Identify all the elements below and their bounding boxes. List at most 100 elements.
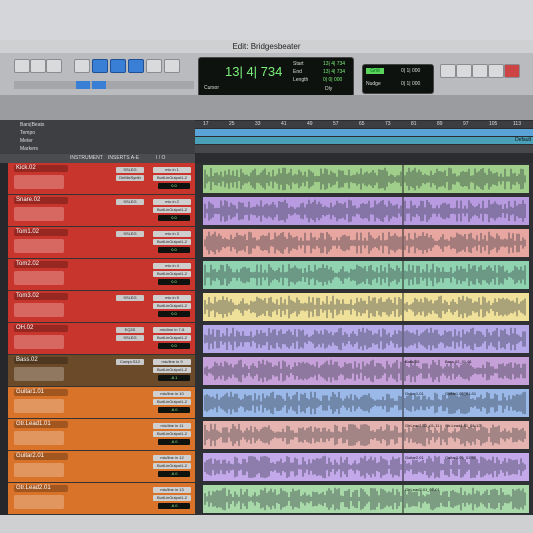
- track-lane[interactable]: [203, 293, 529, 321]
- input-selector[interactable]: mic/line in 9: [153, 359, 191, 365]
- grabber-tool-icon[interactable]: [128, 59, 144, 73]
- volume-readout[interactable]: -6.0: [158, 439, 190, 445]
- markers-ruler[interactable]: [195, 145, 533, 153]
- track-controls[interactable]: [14, 271, 64, 285]
- track-controls[interactable]: [14, 495, 64, 509]
- audio-clip[interactable]: [203, 325, 529, 353]
- track-row[interactable]: Gtr.Lead2.01 mic/line in 13 Built-inOutput…: [8, 483, 195, 515]
- volume-readout[interactable]: -6.1: [158, 375, 190, 381]
- track-row[interactable]: Kick.02 SSLEG DeMixSynth mic in 1 Built-inOu…: [8, 163, 195, 195]
- input-selector[interactable]: mic in 3: [153, 231, 191, 237]
- output-selector[interactable]: Built-inOutput1-2: [153, 175, 191, 181]
- edit-window-canvas[interactable]: Bass.05 Bass.02_01-01 Guitar1.01 Guitar1.01…: [195, 163, 533, 515]
- main-counter[interactable]: 13| 4| 734 Cursor Start End Length 13| 4…: [198, 57, 354, 97]
- track-row[interactable]: OH.02 EQ3S SSLEG mic/line in 7-8 Built-inOut…: [8, 323, 195, 355]
- timeline-overview[interactable]: [0, 95, 533, 120]
- track-controls[interactable]: [14, 335, 64, 349]
- volume-readout[interactable]: 0.0: [158, 215, 190, 221]
- output-selector[interactable]: Built-inOutput1-2: [153, 495, 191, 501]
- track-lane[interactable]: [203, 485, 529, 513]
- track-row[interactable]: Bass.02 Compr.S12 mic/line in 9 Built-inOut…: [8, 355, 195, 387]
- shuffle-mode-button[interactable]: [14, 59, 30, 73]
- audio-clip[interactable]: [203, 261, 529, 289]
- track-lane[interactable]: [203, 453, 529, 481]
- output-selector[interactable]: Built-inOutput1-2: [153, 303, 191, 309]
- volume-readout[interactable]: 0.0: [158, 183, 190, 189]
- trim-tool-icon[interactable]: [92, 59, 108, 73]
- volume-readout[interactable]: -6.0: [158, 407, 190, 413]
- track-controls[interactable]: [14, 367, 64, 381]
- tab-to-transient-button[interactable]: [76, 81, 90, 89]
- selector-tool-icon[interactable]: [110, 59, 126, 73]
- track-controls[interactable]: [14, 207, 64, 221]
- track-row[interactable]: Tom3.02 SSLEG mic in 5 Built-inOutput1-2 0.0: [8, 291, 195, 323]
- volume-readout[interactable]: 0.0: [158, 247, 190, 253]
- horizontal-scrollbar[interactable]: [0, 515, 533, 533]
- volume-readout[interactable]: 0.0: [158, 311, 190, 317]
- track-lane[interactable]: [203, 325, 529, 353]
- input-selector[interactable]: mic in 4: [153, 263, 191, 269]
- track-lane[interactable]: [203, 197, 529, 225]
- pencil-tool-icon[interactable]: [164, 59, 180, 73]
- stop-icon[interactable]: [440, 64, 456, 78]
- play-icon[interactable]: [456, 64, 472, 78]
- track-name[interactable]: Kick.02: [14, 165, 68, 172]
- track-controls[interactable]: [14, 463, 64, 477]
- record-icon[interactable]: [504, 64, 520, 78]
- track-controls[interactable]: [14, 303, 64, 317]
- fast-forward-icon[interactable]: [488, 64, 504, 78]
- track-row[interactable]: Snare.02 SSLEG mic in 2 Built-inOutput1-2 0.…: [8, 195, 195, 227]
- track-lane[interactable]: [203, 165, 529, 193]
- track-name[interactable]: Gtr.Lead1.01: [14, 421, 68, 428]
- output-selector[interactable]: Built-inOutput1-2: [153, 271, 191, 277]
- track-name[interactable]: Gtr.Lead2.01: [14, 485, 68, 492]
- track-lane[interactable]: [203, 261, 529, 289]
- output-selector[interactable]: Built-inOutput1-2: [153, 463, 191, 469]
- input-selector[interactable]: mic/line in 13: [153, 487, 191, 493]
- track-row[interactable]: Gtr.Lead1.01 mic/line in 11 Built-inOutput…: [8, 419, 195, 451]
- audio-clip[interactable]: [203, 165, 529, 193]
- audio-clip[interactable]: [203, 453, 529, 481]
- track-name[interactable]: Tom3.02: [14, 293, 68, 300]
- output-selector[interactable]: Built-inOutput1-2: [153, 207, 191, 213]
- track-controls[interactable]: [14, 431, 64, 445]
- track-lane[interactable]: [203, 389, 529, 417]
- output-selector[interactable]: Built-inOutput1-2: [153, 239, 191, 245]
- input-selector[interactable]: mic in 5: [153, 295, 191, 301]
- track-controls[interactable]: [14, 399, 64, 413]
- input-selector[interactable]: mic/line in 10: [153, 391, 191, 397]
- volume-readout[interactable]: -6.0: [158, 503, 190, 509]
- tempo-ruler[interactable]: [195, 129, 533, 136]
- audio-clip[interactable]: [203, 485, 529, 513]
- audio-clip[interactable]: [203, 389, 529, 417]
- track-lane[interactable]: [203, 229, 529, 257]
- track-row[interactable]: Guitar2.01 mic/line in 12 Built-inOutput1-…: [8, 451, 195, 483]
- grid-nudge-display[interactable]: Grid Nudge 0| 1| 000 0| 1| 000: [362, 64, 434, 94]
- scrubber-tool-icon[interactable]: [146, 59, 162, 73]
- track-lane[interactable]: [203, 357, 529, 385]
- insert-slot[interactable]: SSLEG: [116, 167, 144, 173]
- spot-mode-button[interactable]: [46, 59, 62, 73]
- waveform-canvas[interactable]: Bass.05 Bass.02_01-01 Guitar1.01 Guitar1.01…: [195, 163, 533, 515]
- ruler-area[interactable]: 17 25 33 41 49 57 65 73 81 89 97 105 113…: [195, 120, 533, 154]
- insert-slot[interactable]: Compr.S12: [116, 359, 144, 365]
- output-selector[interactable]: Built-inOutput1-2: [153, 399, 191, 405]
- insert-slot[interactable]: EQ3S: [116, 327, 144, 333]
- track-row[interactable]: Tom2.02 mic in 4 Built-inOutput1-2 0.0: [8, 259, 195, 291]
- input-selector[interactable]: mic/line in 12: [153, 455, 191, 461]
- audio-clip[interactable]: [203, 293, 529, 321]
- track-name[interactable]: Snare.02: [14, 197, 68, 204]
- volume-readout[interactable]: -6.0: [158, 471, 190, 477]
- input-selector[interactable]: mic in 2: [153, 199, 191, 205]
- insert-slot[interactable]: SSLEG: [116, 335, 144, 341]
- output-selector[interactable]: Built-inOutput1-2: [153, 431, 191, 437]
- audio-clip[interactable]: [203, 197, 529, 225]
- slip-mode-button[interactable]: [30, 59, 46, 73]
- insert-slot[interactable]: SSLEG: [116, 199, 144, 205]
- track-name[interactable]: Tom1.02: [14, 229, 68, 236]
- audio-clip[interactable]: [203, 229, 529, 257]
- output-selector[interactable]: Built-inOutput1-2: [153, 335, 191, 341]
- input-selector[interactable]: mic/line in 11: [153, 423, 191, 429]
- track-name[interactable]: Bass.02: [14, 357, 68, 364]
- track-name[interactable]: Tom2.02: [14, 261, 68, 268]
